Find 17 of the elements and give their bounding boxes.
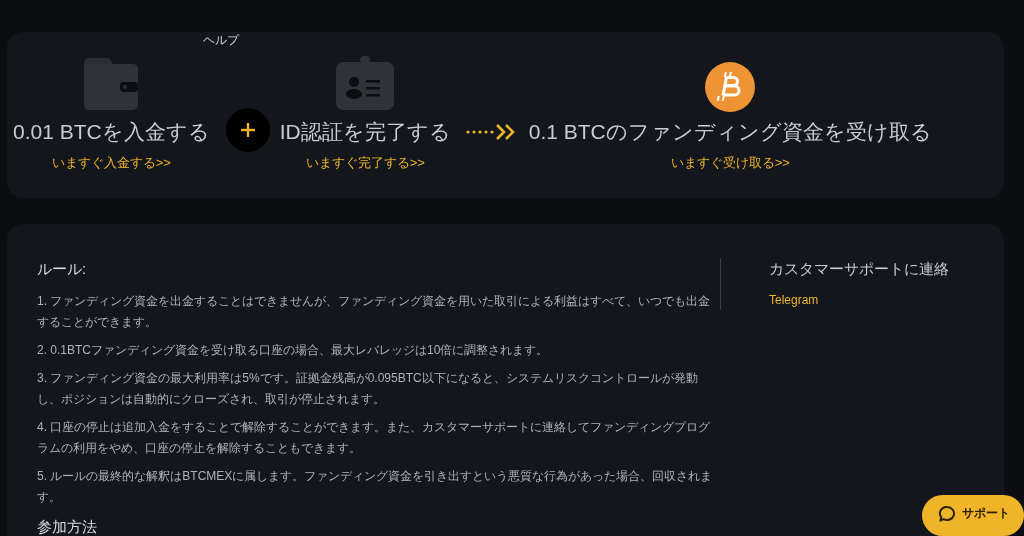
step-title: 0.01 BTCを入金する (13, 119, 210, 145)
step-link[interactable]: いますぐ完了する>> (305, 154, 425, 172)
support-button[interactable]: サポート (922, 495, 1024, 536)
rule-text: 3. ファンディング資金の最大利用率は5%です。証拠金残高が0.095BTC以下になると、システムリスクコントロールが発動し、ポジションは自動的にクローズされ、取引が停止されます。 (37, 370, 699, 408)
section-title: 参加方法 (37, 518, 98, 536)
contact-title: カスタマーサポートに連絡 (769, 260, 949, 279)
step-link[interactable]: いますぐ入金する>> (51, 154, 171, 172)
rule-text: 4. 口座の停止は追加入金をすることで解除することができます。また、カスタマーサポートに連絡してファンディングプログラムの利用をやめ、口座の停止を解除することもできます。 (37, 419, 712, 457)
step-link[interactable]: いますぐ受け取る>> (670, 154, 790, 172)
help-label[interactable]: ヘルプ (203, 32, 239, 49)
rules-title: ルール: (37, 260, 88, 279)
step-title: 0.1 BTCのファンディング資金を受け取る (528, 119, 932, 145)
telegram-link[interactable]: Telegram (769, 293, 949, 307)
rule-text: 5. ルールの最終的な解釈はBTCMEXに属します。ファンディング資金を引き出すという悪質な行為があった場合、回収されます。 (37, 468, 713, 506)
rule-text: 2. 0.1BTCファンディング資金を受け取る口座の場合、最大レバレッジは10倍に調整されます。 (37, 342, 550, 359)
step-title: ID認証を完了する (279, 119, 451, 145)
rule-text: 1. ファンディング資金を出金することはできませんが、ファンディング資金を用いた取引による利益はすべて、いつでも出金することができます。 (37, 293, 712, 331)
